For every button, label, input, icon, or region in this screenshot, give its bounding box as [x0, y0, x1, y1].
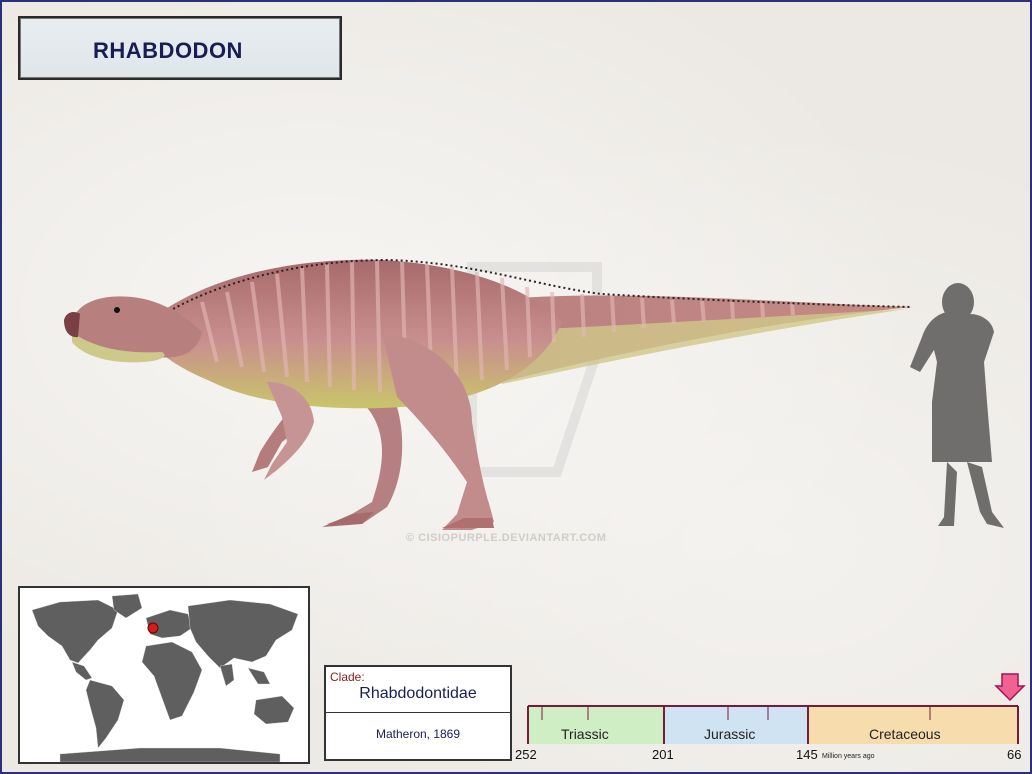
world-map-graphic	[20, 588, 308, 763]
location-marker	[147, 622, 159, 634]
tick-66: 66	[1007, 747, 1022, 762]
clade-box: Clade: Rhabdodontidae Matheron, 1869	[324, 665, 512, 761]
tick-252: 252	[515, 747, 537, 762]
time-marker-arrow	[994, 673, 1026, 702]
page-frame: RHABDODON © CISIOPURPLE.DEVIANTART.COM C…	[0, 0, 1032, 774]
watermark-text: © CISIOPURPLE.DEVIANTART.COM	[406, 532, 607, 544]
world-map	[18, 586, 310, 764]
clade-name: Rhabdodontidae	[359, 685, 477, 702]
tick-145: 145	[796, 747, 818, 762]
period-jurassic: Jurassic	[704, 726, 756, 742]
tick-201: 201	[652, 747, 674, 762]
timeline-unit: Million years ago	[822, 753, 875, 760]
clade-author: Matheron, 1869	[375, 727, 461, 741]
period-cretaceous: Cretaceous	[869, 726, 941, 742]
human-silhouette	[910, 283, 1004, 528]
rhabdodon-illustration	[64, 258, 913, 530]
period-triassic: Triassic	[561, 726, 609, 742]
clade-label: Clade:	[330, 670, 365, 684]
clade-divider	[326, 712, 510, 713]
illustration	[64, 258, 1004, 530]
